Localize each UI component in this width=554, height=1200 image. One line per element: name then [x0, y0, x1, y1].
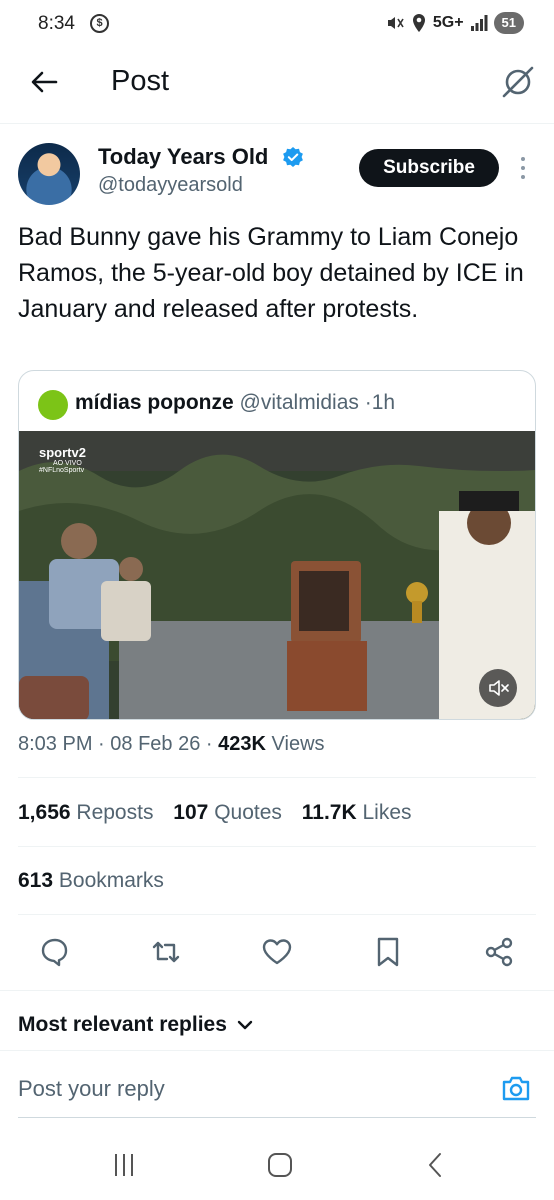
quoted-author-handle: @vitalmidias: [239, 391, 359, 414]
chevron-down-icon: [237, 1020, 253, 1030]
bookmarks-stat[interactable]: 613 Bookmarks: [18, 869, 178, 893]
video-frame: [19, 431, 535, 719]
engagement-stats: 1,656 Reposts 107 Quotes 11.7K Likes: [18, 801, 426, 825]
quoted-video[interactable]: sportv2 AO VIVO #NFLnoSportv: [19, 431, 535, 719]
bookmark-icon[interactable]: [371, 935, 405, 969]
top-bar: Post: [0, 48, 554, 124]
post-meta: 8:03 PM · 08 Feb 26 · 423K Views: [18, 733, 325, 756]
back-nav-icon[interactable]: [421, 1150, 451, 1180]
signal-icon: [470, 15, 488, 31]
volume-muted-icon: [489, 680, 509, 696]
quoted-separator: ·: [364, 391, 372, 414]
author-avatar[interactable]: [18, 143, 80, 205]
recent-apps-icon[interactable]: [109, 1150, 139, 1180]
reply-input[interactable]: Post your reply: [18, 1076, 165, 1102]
meta-separator: ·: [205, 733, 213, 755]
system-nav-bar: [0, 1130, 554, 1200]
repost-icon[interactable]: [149, 935, 183, 969]
more-options-icon[interactable]: [518, 155, 528, 181]
divider: [0, 990, 554, 991]
author-name[interactable]: Today Years Old: [98, 144, 268, 170]
status-bar: 8:34 $ 5G+ 51: [0, 0, 554, 48]
status-time: 8:34: [38, 13, 75, 34]
back-arrow-icon[interactable]: [28, 66, 60, 98]
quotes-stat[interactable]: 107 Quotes: [173, 801, 296, 824]
network-type: 5G+: [432, 14, 464, 31]
reply-input-underline: [18, 1117, 536, 1118]
views-count[interactable]: 423K: [218, 733, 266, 755]
battery-badge: 51: [493, 12, 524, 34]
quoted-time: 1h: [371, 391, 396, 414]
action-bar: [0, 925, 554, 981]
data-saver-icon: $: [90, 14, 109, 33]
quoted-author-avatar[interactable]: [38, 390, 68, 420]
status-icons: 5G+ 51: [385, 12, 524, 34]
quoted-post[interactable]: mídias poponze @vitalmidias ·1h sportv2 …: [18, 370, 536, 720]
broadcaster-logo: sportv2 AO VIVO #NFLnoSportv: [39, 445, 86, 474]
location-icon: [412, 14, 425, 32]
page-title: Post: [111, 65, 170, 97]
share-icon[interactable]: [482, 935, 516, 969]
quoted-post-header: mídias poponze @vitalmidias ·1h: [75, 391, 395, 415]
divider: [18, 914, 536, 915]
divider: [18, 777, 536, 778]
reply-icon[interactable]: [38, 935, 72, 969]
divider: [18, 846, 536, 847]
mute-icon: [387, 17, 404, 29]
subscribe-button[interactable]: Subscribe: [359, 149, 499, 187]
camera-icon[interactable]: [500, 1072, 532, 1104]
post-text: Bad Bunny gave his Grammy to Liam Conejo…: [18, 223, 524, 323]
views-label[interactable]: Views: [272, 733, 325, 755]
divider: [0, 1050, 554, 1051]
verified-badge-icon: [283, 147, 303, 167]
video-mute-button[interactable]: [479, 669, 517, 707]
quoted-author-name[interactable]: mídias poponze: [75, 391, 234, 414]
replies-sort-dropdown[interactable]: Most relevant replies: [18, 1013, 253, 1037]
like-icon[interactable]: [260, 935, 294, 969]
reposts-stat[interactable]: 1,656 Reposts: [18, 801, 167, 824]
replies-sort-label: Most relevant replies: [18, 1013, 227, 1036]
post-time: 8:03 PM: [18, 733, 93, 755]
likes-stat[interactable]: 11.7K Likes: [302, 801, 426, 824]
post-date: 08 Feb 26: [110, 733, 201, 755]
meta-separator: ·: [98, 733, 105, 755]
author-handle[interactable]: @todayyearsold: [98, 174, 243, 197]
home-icon[interactable]: [265, 1150, 295, 1180]
grok-icon[interactable]: [500, 64, 536, 100]
